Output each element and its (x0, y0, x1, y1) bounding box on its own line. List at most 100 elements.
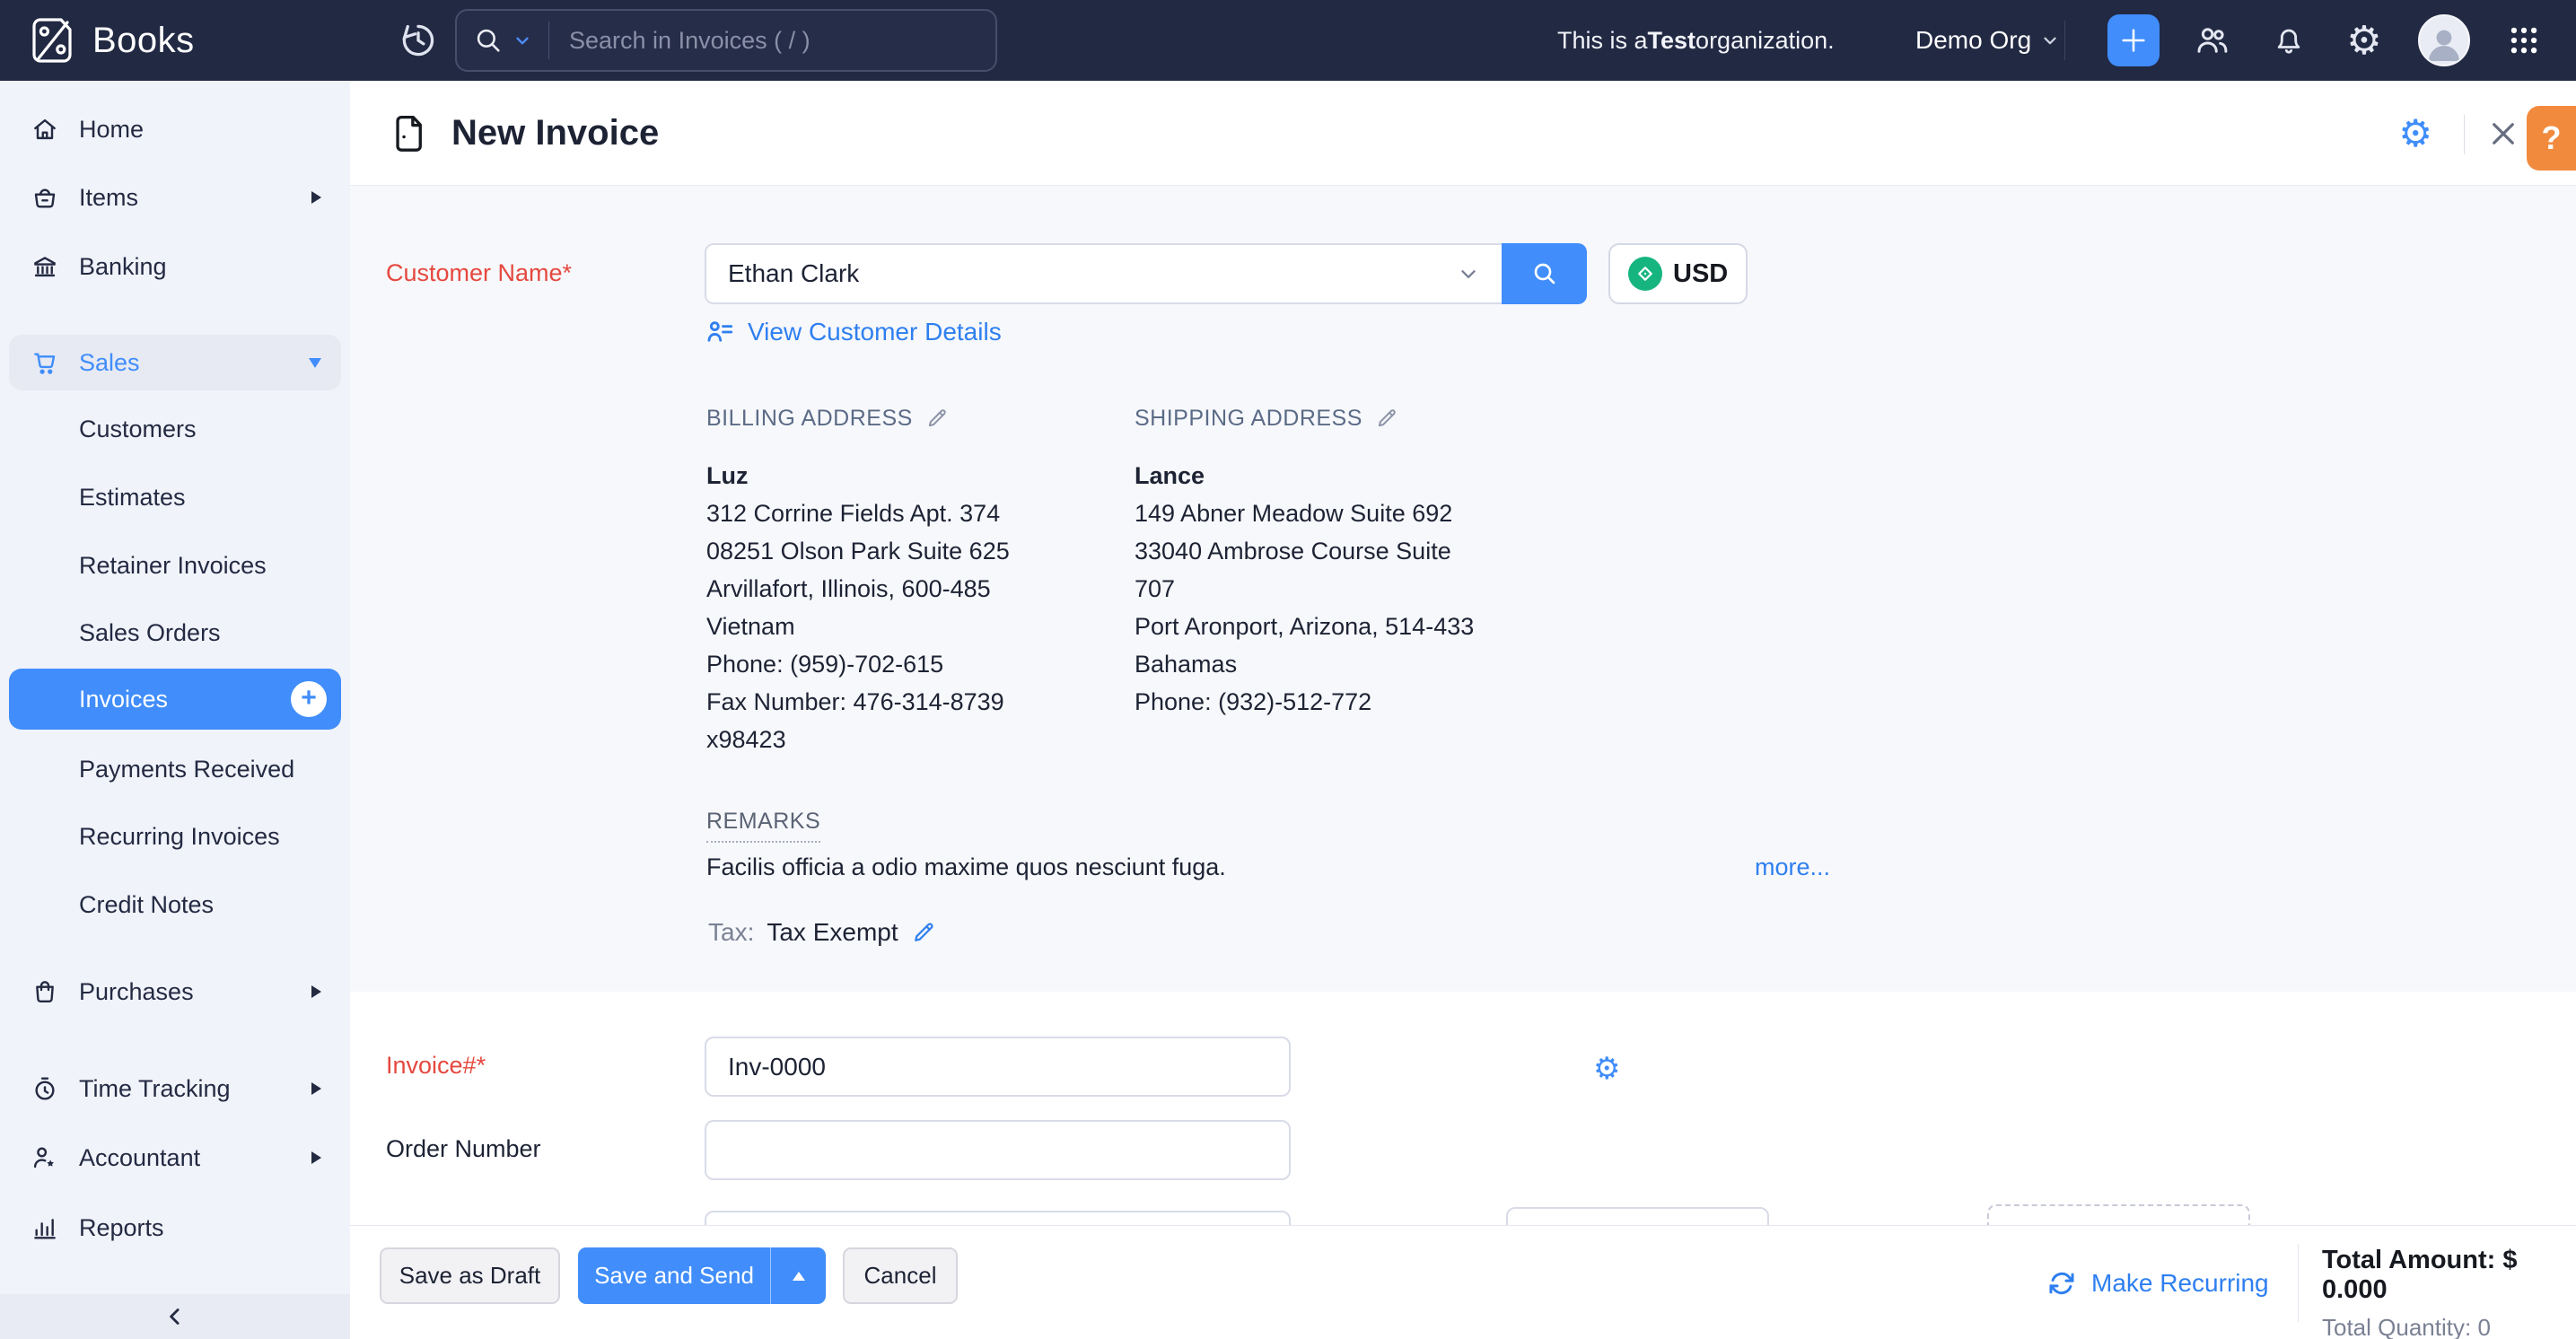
sidebar-item-customers[interactable]: Customers (9, 402, 341, 456)
caret-up-icon (793, 1272, 805, 1281)
edit-tax-icon[interactable] (911, 920, 936, 945)
billing-line: 08251 Olson Park Suite 625 (706, 532, 1110, 570)
home-icon (30, 115, 60, 144)
billing-line: Vietnam (706, 608, 1110, 645)
search-scope-chevron-icon[interactable] (513, 31, 532, 50)
total-quantity: Total Quantity: 0 (2322, 1314, 2576, 1339)
sidebar-item-retainer-invoices[interactable]: Retainer Invoices (9, 538, 341, 592)
currency-selector[interactable]: USD (1608, 243, 1748, 304)
customer-name-input[interactable] (728, 259, 1446, 288)
shipping-line: 707 (1135, 570, 1556, 608)
search-divider (548, 22, 549, 59)
currency-code: USD (1673, 259, 1728, 289)
shipping-line: Port Aronport, Arizona, 514-433 (1135, 608, 1556, 645)
apps-grid-icon[interactable] (2499, 0, 2549, 81)
add-invoice-icon[interactable]: + (291, 681, 327, 717)
sidebar-item-sales-orders[interactable]: Sales Orders (9, 606, 341, 660)
caret-right-icon (311, 985, 321, 998)
customer-name-label: Customer Name* (386, 259, 572, 287)
org-note: This is a Test organization. (1557, 0, 1835, 81)
sidebar-item-banking[interactable]: Banking (9, 240, 341, 293)
global-search[interactable] (455, 9, 997, 72)
caret-right-icon (311, 1151, 321, 1164)
caret-down-icon (309, 358, 321, 368)
invoice-number-settings-gear-icon[interactable]: ⚙ (1593, 1051, 1620, 1087)
page-header: New Invoice ⚙ ? (350, 81, 2576, 186)
app-logo[interactable]: Books (30, 0, 195, 81)
quick-create-button[interactable] (2107, 14, 2160, 66)
customer-search-button[interactable] (1502, 243, 1587, 304)
customer-select[interactable] (705, 243, 1502, 304)
currency-icon (1628, 257, 1662, 291)
shipping-name: Lance (1135, 457, 1556, 494)
cropped-field-middle[interactable] (1506, 1207, 1769, 1225)
save-and-send-dropdown[interactable] (770, 1247, 826, 1304)
purchases-bag-icon (30, 977, 60, 1006)
sidebar-item-items[interactable]: Items (9, 171, 341, 224)
sidebar-item-purchases[interactable]: Purchases (9, 965, 341, 1019)
header-divider (2464, 115, 2465, 154)
sidebar-item-sales[interactable]: Sales (9, 335, 341, 390)
main-panel: New Invoice ⚙ ? Customer Name* (350, 81, 2576, 1339)
tax-row: Tax: Tax Exempt (708, 918, 936, 947)
chevron-down-icon[interactable] (1457, 262, 1480, 285)
remarks-title: REMARKS (706, 809, 820, 843)
action-bar: Save as Draft Save and Send Cancel Make … (350, 1225, 2576, 1339)
sidebar-item-reports[interactable]: Reports (9, 1201, 341, 1255)
books-logo-icon (30, 15, 76, 66)
invoice-details-section: Invoice#* ⚙ Order Number (350, 992, 2576, 1225)
shipping-line: 149 Abner Meadow Suite 692 (1135, 494, 1556, 532)
edit-shipping-address-icon[interactable] (1375, 407, 1398, 430)
search-input[interactable] (569, 27, 979, 55)
sidebar-item-invoices-active[interactable]: Invoices + (9, 669, 341, 730)
sidebar-item-credit-notes[interactable]: Credit Notes (9, 878, 341, 932)
billing-line: x98423 (706, 721, 1110, 758)
sidebar-item-home[interactable]: Home (9, 102, 341, 156)
billing-line: 312 Corrine Fields Apt. 374 (706, 494, 1110, 532)
search-icon (1530, 259, 1559, 288)
cropped-field-left[interactable] (705, 1211, 1291, 1225)
help-button[interactable]: ? (2527, 106, 2576, 171)
invoice-settings-gear-icon[interactable]: ⚙ (2398, 81, 2432, 186)
sales-cart-icon (30, 348, 60, 377)
settings-gear-icon[interactable]: ⚙ (2339, 0, 2389, 81)
users-icon[interactable] (2186, 0, 2237, 81)
avatar[interactable] (2418, 14, 2470, 66)
sidebar-item-time-tracking[interactable]: Time Tracking (9, 1062, 341, 1116)
view-customer-details-link[interactable]: View Customer Details (705, 317, 1002, 347)
sidebar-item-estimates[interactable]: Estimates (9, 470, 341, 524)
billing-line: Arvillafort, Illinois, 600-485 (706, 570, 1110, 608)
brand-name: Books (92, 21, 195, 61)
shipping-address-title: SHIPPING ADDRESS (1135, 399, 1362, 437)
edit-billing-address-icon[interactable] (925, 407, 949, 430)
cancel-button[interactable]: Cancel (843, 1247, 958, 1304)
shipping-line: Bahamas (1135, 645, 1556, 683)
sidebar-item-accountant[interactable]: Accountant (9, 1131, 341, 1185)
cropped-field-dashed[interactable] (1987, 1204, 2250, 1225)
recent-history-icon[interactable] (393, 15, 443, 66)
org-picker[interactable]: Demo Org (1915, 0, 2060, 81)
plus-icon (2118, 25, 2149, 56)
caret-right-icon (311, 1082, 321, 1095)
save-as-draft-button[interactable]: Save as Draft (380, 1247, 560, 1304)
customer-details-icon (705, 317, 735, 347)
invoice-number-input[interactable] (705, 1037, 1291, 1097)
chevron-down-icon (2040, 31, 2060, 50)
remarks-text: Facilis officia a odio maxime quos nesci… (706, 853, 1226, 881)
bar-chart-icon (30, 1213, 60, 1242)
customer-section: Customer Name* USD (350, 186, 2576, 992)
notifications-bell-icon[interactable] (2264, 0, 2314, 81)
recurring-refresh-icon (2046, 1268, 2077, 1299)
close-icon[interactable] (2486, 81, 2520, 186)
make-recurring-link[interactable]: Make Recurring (2046, 1226, 2269, 1339)
shipping-line: Phone: (932)-512-772 (1135, 683, 1556, 721)
save-and-send-button[interactable]: Save and Send (578, 1247, 826, 1304)
sidebar-item-recurring-invoices[interactable]: Recurring Invoices (9, 810, 341, 863)
topbar: Books This is a Test organization. Demo … (0, 0, 2576, 81)
remarks-more-link[interactable]: more... (1755, 853, 1830, 881)
shipping-line: 33040 Ambrose Course Suite (1135, 532, 1556, 570)
sidebar-item-payments-received[interactable]: Payments Received (9, 742, 341, 796)
invoice-document-icon (390, 112, 428, 155)
sidebar-collapse-button[interactable] (0, 1294, 350, 1339)
order-number-input[interactable] (705, 1120, 1291, 1180)
